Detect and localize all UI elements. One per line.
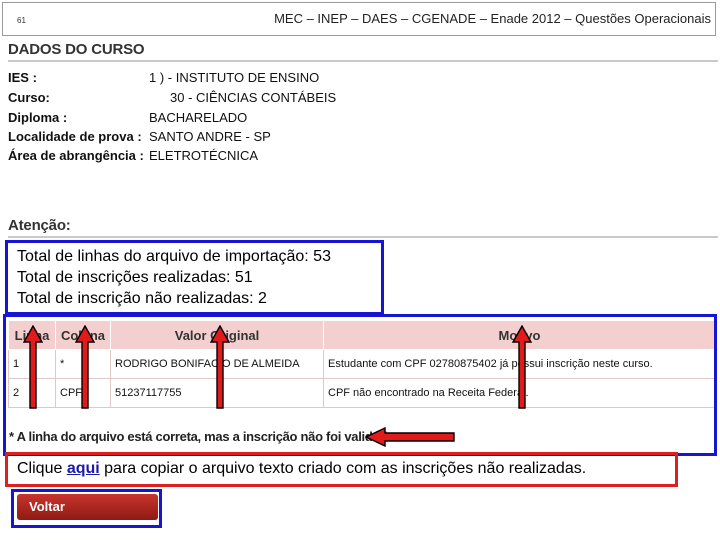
area-label: Área de abrangência :	[8, 148, 144, 163]
table-highlight-box	[3, 314, 717, 456]
ies-value: 1 ) - INSTITUTO DE ENSINO	[149, 70, 320, 85]
total-registered: Total de inscrições realizadas: 51	[17, 269, 253, 286]
section-divider	[8, 60, 718, 62]
curso-label: Curso:	[8, 90, 50, 105]
back-button[interactable]: Voltar	[17, 494, 158, 520]
area-value: ELETROTÉCNICA	[149, 148, 259, 163]
copy-notice-prefix: Clique	[17, 460, 67, 477]
totals-block: Total de linhas do arquivo de importação…	[17, 246, 331, 309]
localidade-label: Localidade de prova :	[8, 129, 142, 144]
copy-link[interactable]: aqui	[67, 460, 100, 477]
header-title: MEC – INEP – DAES – CGENADE – Enade 2012…	[274, 11, 711, 26]
ies-label: IES :	[8, 70, 37, 85]
course-section-title: DADOS DO CURSO	[8, 41, 145, 58]
diploma-value: BACHARELADO	[149, 110, 248, 125]
total-lines: Total de linhas do arquivo de importação…	[17, 248, 331, 265]
attention-divider	[8, 236, 718, 238]
copy-notice: Clique aqui para copiar o arquivo texto …	[17, 460, 586, 478]
localidade-value: SANTO ANDRE - SP	[149, 129, 271, 144]
arrow-up-icon	[210, 325, 230, 409]
curso-value: 30 - CIÊNCIAS CONTÁBEIS	[170, 90, 337, 105]
arrow-up-icon	[75, 325, 95, 409]
arrow-up-icon	[23, 325, 43, 409]
attention-title: Atenção:	[8, 217, 71, 234]
arrow-up-icon	[512, 325, 532, 409]
diploma-label: Diploma :	[8, 110, 68, 125]
arrow-left-icon	[365, 427, 455, 447]
total-not-registered: Total de inscrição não realizadas: 2	[17, 290, 267, 307]
copy-notice-suffix: para copiar o arquivo texto criado com a…	[99, 460, 587, 477]
page-number: 61	[17, 16, 26, 25]
slide-header: 61 MEC – INEP – DAES – CGENADE – Enade 2…	[2, 2, 716, 36]
